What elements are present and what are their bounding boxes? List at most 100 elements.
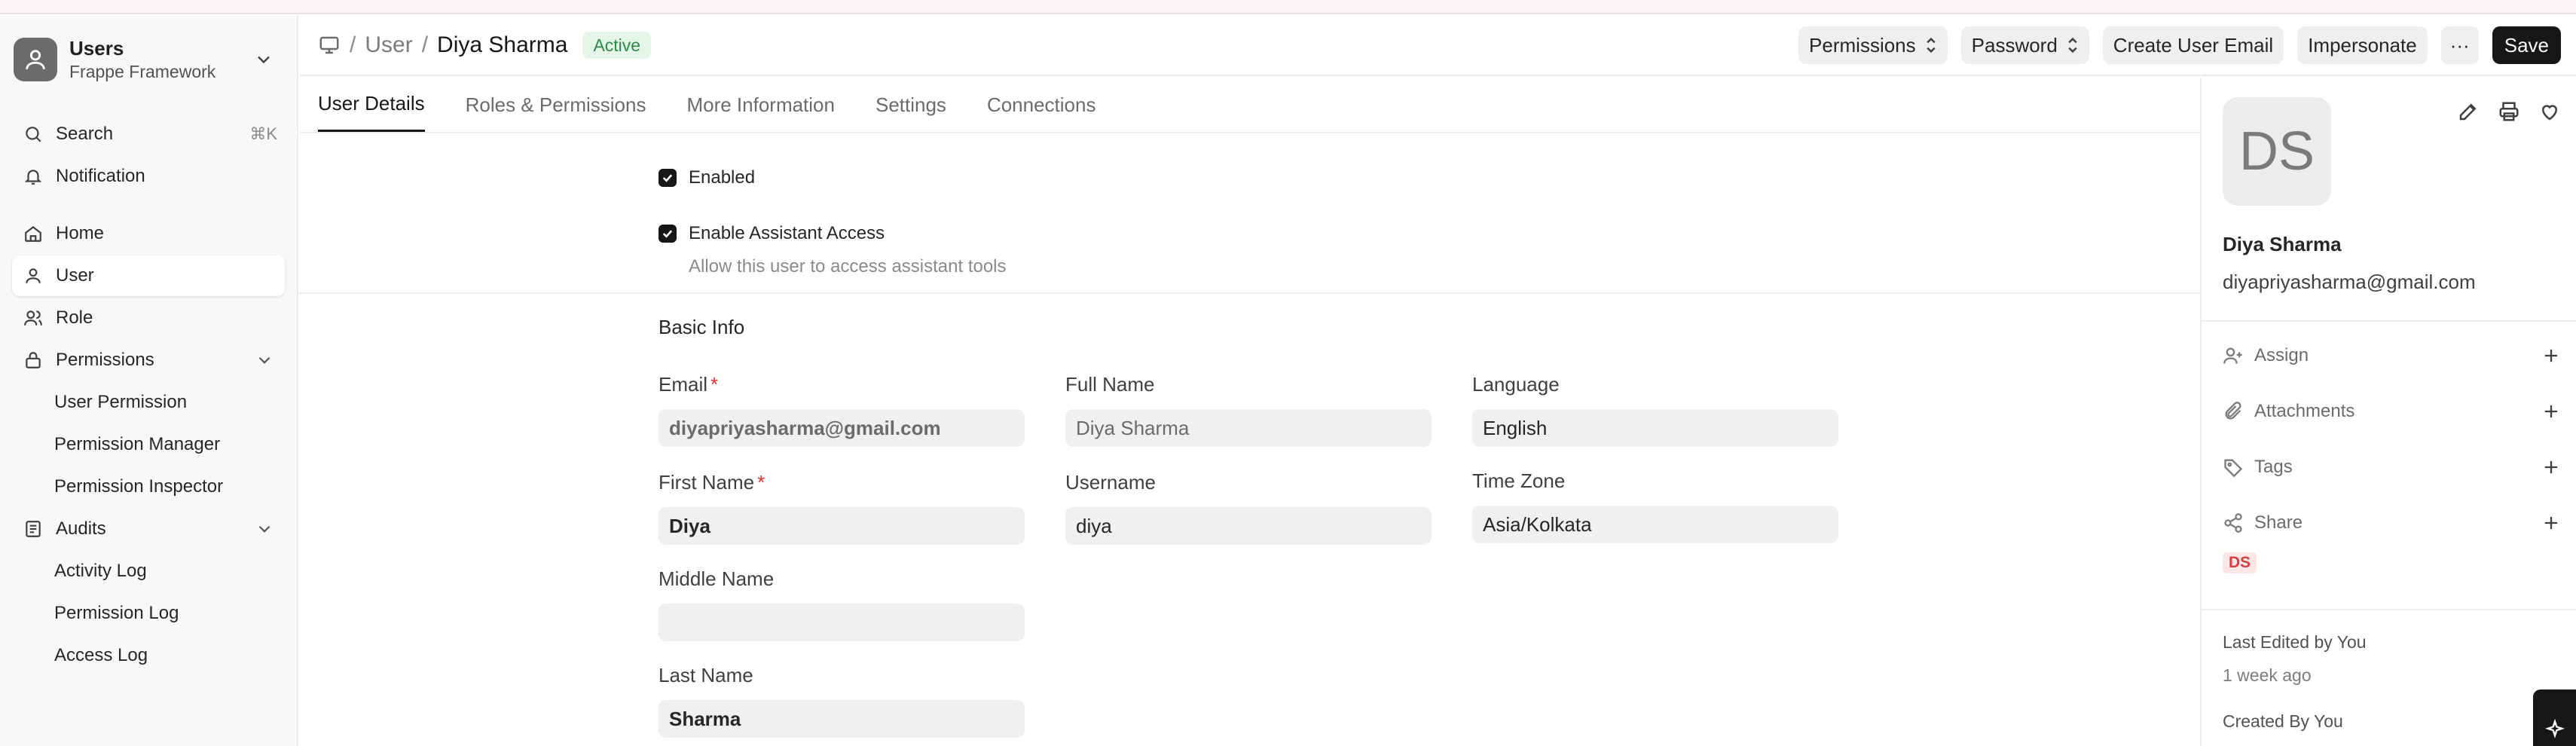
app-switcher[interactable]: Users Frappe Framework: [14, 29, 280, 90]
app-title: Users: [69, 37, 124, 60]
tab-more-information[interactable]: More Information: [686, 78, 835, 132]
more-actions-button[interactable]: ···: [2440, 26, 2479, 64]
permissions-button-label: Permissions: [1809, 33, 1916, 57]
breadcrumb-separator: /: [421, 32, 429, 57]
sidebar-notification[interactable]: Notification: [12, 156, 285, 197]
user-icon: [21, 264, 45, 288]
lock-icon: [21, 348, 45, 372]
document-actions: [2457, 100, 2561, 123]
sidebar-item-user-permission[interactable]: User Permission: [12, 382, 285, 423]
attachments-row[interactable]: Attachments: [2223, 396, 2562, 427]
email-field[interactable]: [659, 409, 1025, 447]
plus-icon[interactable]: [2541, 345, 2562, 366]
sort-updown-icon: [1926, 37, 1936, 54]
paperclip-icon: [2225, 402, 2241, 420]
username-field[interactable]: [1065, 507, 1432, 545]
heart-icon[interactable]: [2538, 100, 2561, 123]
language-field[interactable]: [1472, 409, 1838, 447]
form-tabs: User Details Roles & Permissions More In…: [300, 78, 2200, 133]
email-label-text: Email: [659, 373, 708, 396]
chevron-down-icon: [258, 356, 270, 364]
full-name-label: Full Name: [1065, 373, 1155, 396]
sidebar-item-permission-inspector[interactable]: Permission Inspector: [12, 466, 285, 507]
form-body: Enabled Enable Assistant Access Allow th…: [300, 135, 2200, 746]
panel-user-email: diyapriyasharma@gmail.com: [2223, 271, 2476, 293]
first-name-field[interactable]: [659, 507, 1025, 545]
assign-row[interactable]: Assign: [2223, 341, 2562, 371]
add-user-icon: [2223, 347, 2242, 364]
full-name-field[interactable]: [1065, 409, 1432, 447]
sidebar-item-user[interactable]: User: [12, 255, 285, 296]
save-button[interactable]: Save: [2492, 26, 2561, 64]
sidebar-item-label: Permission Inspector: [54, 476, 224, 497]
sidebar-item-permission-manager[interactable]: Permission Manager: [12, 424, 285, 465]
panel-divider: [2202, 320, 2576, 322]
sidebar-item-permission-log[interactable]: Permission Log: [12, 593, 285, 634]
assistant-fab[interactable]: [2533, 689, 2576, 746]
password-dropdown-button[interactable]: Password: [1960, 26, 2089, 64]
tags-row[interactable]: Tags: [2223, 452, 2562, 482]
breadcrumb-user-link[interactable]: User: [365, 32, 412, 58]
time-zone-field[interactable]: [1472, 506, 1838, 543]
chevron-down-icon: [258, 56, 270, 64]
tab-settings[interactable]: Settings: [875, 78, 946, 132]
breadcrumb-separator: /: [350, 32, 356, 57]
tag-icon: [2224, 459, 2243, 478]
sidebar-item-label: Access Log: [54, 645, 148, 665]
share-row[interactable]: Share: [2223, 508, 2562, 538]
share-label: Share: [2254, 512, 2303, 533]
tab-connections[interactable]: Connections: [987, 78, 1096, 132]
top-accent-bar: [0, 0, 2576, 14]
sidebar-item-label: Home: [56, 223, 105, 243]
last-edited-time: 1 week ago: [2223, 665, 2312, 685]
sidebar-item-label: Permission Manager: [54, 434, 221, 454]
plus-icon[interactable]: [2541, 512, 2562, 534]
breadcrumb: / User / Diya Sharma Active: [318, 16, 652, 75]
sidebar-item-permissions[interactable]: Permissions: [12, 340, 285, 381]
time-zone-label: Time Zone: [1472, 469, 1566, 492]
enabled-checkbox[interactable]: [659, 169, 677, 187]
assistant-access-checkbox-row[interactable]: Enable Assistant Access: [659, 223, 885, 244]
middle-name-field[interactable]: [659, 604, 1025, 641]
sidebar-item-activity-log[interactable]: Activity Log: [12, 551, 285, 592]
plus-icon[interactable]: [2541, 457, 2562, 478]
sidebar-item-role[interactable]: Role: [12, 298, 285, 338]
search-shortcut: ⌘K: [249, 124, 277, 143]
tab-roles-permissions[interactable]: Roles & Permissions: [466, 78, 646, 132]
required-mark: *: [710, 373, 719, 396]
sidebar-item-label: User: [56, 265, 94, 286]
plus-icon[interactable]: [2541, 401, 2562, 422]
document-sidebar: DS Diya Sharma diyapriyasharma@gmail.com…: [2200, 78, 2576, 746]
panel-divider: [2202, 609, 2576, 610]
last-name-label: Last Name: [659, 664, 753, 686]
sidebar-search[interactable]: Search ⌘K: [12, 114, 285, 154]
sidebar-item-audits[interactable]: Audits: [12, 509, 285, 549]
section-divider: [300, 292, 2200, 294]
chevron-down-icon: [258, 525, 270, 533]
shared-user-avatar[interactable]: DS: [2223, 552, 2257, 573]
sidebar-item-label: Audits: [56, 518, 106, 539]
desktop-icon[interactable]: [318, 34, 341, 57]
print-icon[interactable]: [2498, 100, 2520, 123]
last-edited-label: Last Edited by You: [2223, 632, 2367, 652]
sidebar-item-label: User Permission: [54, 392, 188, 412]
permissions-dropdown-button[interactable]: Permissions: [1798, 26, 1948, 64]
app-subtitle: Frappe Framework: [69, 62, 216, 81]
assistant-access-label: Enable Assistant Access: [689, 223, 885, 243]
assistant-access-checkbox[interactable]: [659, 225, 677, 243]
enabled-checkbox-row[interactable]: Enabled: [659, 167, 755, 188]
search-icon: [21, 122, 45, 146]
avatar[interactable]: DS: [2223, 97, 2331, 206]
tab-user-details[interactable]: User Details: [318, 78, 425, 132]
users-icon: [21, 306, 45, 330]
impersonate-button[interactable]: Impersonate: [2297, 26, 2428, 64]
last-name-field[interactable]: [659, 700, 1025, 738]
create-user-email-button[interactable]: Create User Email: [2102, 26, 2284, 64]
sidebar-item-home[interactable]: Home: [12, 213, 285, 254]
email-label: Email *: [659, 373, 718, 396]
sidebar-item-label: Activity Log: [54, 561, 147, 581]
bell-icon: [21, 164, 45, 188]
edit-icon[interactable]: [2457, 100, 2480, 123]
section-title-basic-info: Basic Info: [659, 316, 745, 338]
sidebar-item-access-log[interactable]: Access Log: [12, 635, 285, 676]
